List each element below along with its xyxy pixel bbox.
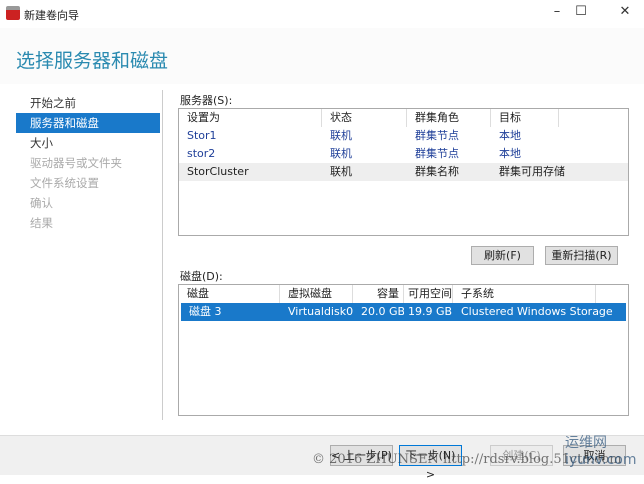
cell: 本地 — [499, 129, 521, 142]
column-header[interactable]: 虚拟磁盘 — [280, 285, 353, 303]
cell: Virtualdisk01 — [288, 305, 353, 318]
nav-item-server-and-disk[interactable]: 服务器和磁盘 — [16, 113, 160, 133]
cell: 20.0 GB — [361, 305, 404, 318]
cell: 群集节点 — [415, 147, 459, 160]
cell: StorCluster — [187, 165, 249, 178]
disks-header: 磁盘 虚拟磁盘 容量 可用空间 子系统 — [179, 285, 628, 303]
window-title: 新建卷向导 — [24, 9, 79, 22]
servers-label: 服务器(S): — [180, 94, 233, 107]
column-header[interactable]: 容量 — [353, 285, 404, 303]
cell: 联机 — [330, 165, 352, 178]
refresh-button[interactable]: 刷新(F) — [471, 246, 534, 265]
cell: 本地 — [499, 147, 521, 160]
servers-header: 设置为 状态 群集角色 目标 — [179, 109, 628, 127]
cell: 19.9 GB — [408, 305, 453, 318]
watermark-logo: 运维网 iyunv.com — [565, 435, 637, 468]
column-header[interactable]: 目标 — [491, 109, 559, 127]
column-header[interactable]: 设置为 — [179, 109, 322, 127]
divider — [162, 90, 163, 420]
column-header[interactable]: 磁盘 — [179, 285, 280, 303]
page-title: 选择服务器和磁盘 — [16, 50, 169, 72]
cell: stor2 — [187, 147, 216, 160]
server-row[interactable]: StorCluster 联机 群集名称 群集可用存储 — [179, 163, 628, 181]
column-header[interactable]: 可用空间 — [404, 285, 453, 303]
rescan-button[interactable]: 重新扫描(R) — [545, 246, 618, 265]
nav-item-confirm: 确认 — [30, 196, 53, 210]
disk-row[interactable]: 磁盘 3 Virtualdisk01 20.0 GB 19.9 GB Clust… — [181, 303, 626, 321]
nav-item-file-system: 文件系统设置 — [30, 176, 99, 190]
nav-item-size[interactable]: 大小 — [16, 133, 160, 153]
column-header[interactable]: 状态 — [322, 109, 407, 127]
cell: Stor1 — [187, 129, 217, 142]
cell: 群集可用存储 — [499, 165, 565, 178]
column-header[interactable]: 子系统 — [453, 285, 596, 303]
nav-item-drive-letter: 驱动器号或文件夹 — [30, 156, 122, 170]
cell: 磁盘 3 — [189, 305, 222, 318]
cell: 群集名称 — [415, 165, 459, 178]
disks-label: 磁盘(D): — [180, 270, 223, 283]
cell: Clustered Windows Storage — [461, 305, 613, 318]
disks-list[interactable]: 磁盘 虚拟磁盘 容量 可用空间 子系统 磁盘 3 Virtualdisk01 2… — [178, 284, 629, 416]
server-row[interactable]: Stor1 联机 群集节点 本地 — [179, 127, 628, 145]
title-bar: 新建卷向导 – ☐ ✕ — [0, 0, 644, 28]
nav-item-before-you-begin[interactable]: 开始之前 — [16, 93, 160, 113]
wizard-nav: 开始之前 服务器和磁盘 大小 驱动器号或文件夹 文件系统设置 确认 结果 — [16, 93, 160, 233]
maximize-button[interactable]: ☐ — [566, 4, 596, 19]
servers-list[interactable]: 设置为 状态 群集角色 目标 Stor1 联机 群集节点 本地 stor2 联机… — [178, 108, 629, 236]
app-icon — [6, 6, 20, 20]
cell: 联机 — [330, 129, 352, 142]
cell: 群集节点 — [415, 129, 459, 142]
nav-item-results: 结果 — [30, 216, 53, 230]
server-row[interactable]: stor2 联机 群集节点 本地 — [179, 145, 628, 163]
close-button[interactable]: ✕ — [610, 4, 640, 19]
column-header[interactable]: 群集角色 — [407, 109, 491, 127]
cell: 联机 — [330, 147, 352, 160]
